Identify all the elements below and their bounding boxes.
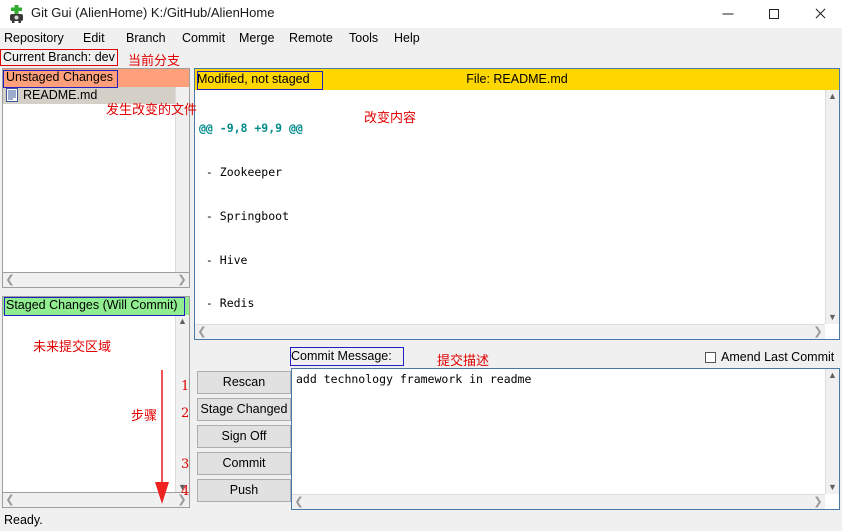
menu-edit[interactable]: Edit — [79, 30, 109, 47]
diff-viewer: Modified, not staged File: README.md @@ … — [194, 68, 840, 340]
commit-horizontal-scrollbar[interactable]: ❮ ❯ — [292, 494, 825, 509]
scroll-left-icon[interactable]: ❮ — [3, 493, 17, 507]
scroll-right-icon[interactable]: ❯ — [175, 273, 189, 287]
file-name: README.md — [23, 88, 98, 102]
step-number-2: 2 — [181, 406, 190, 421]
commit-vertical-scrollbar[interactable]: ▲ ▼ — [825, 369, 839, 494]
diff-line: - Springboot — [199, 208, 290, 223]
diff-line: - Hive — [199, 252, 248, 267]
diff-vertical-scrollbar[interactable]: ▲ ▼ — [825, 90, 839, 324]
scroll-down-icon[interactable]: ▼ — [826, 481, 839, 494]
amend-last-commit-label: Amend Last Commit — [721, 350, 835, 364]
commit-message-input[interactable]: add technology framework in readme — [292, 369, 825, 494]
unstaged-header: Unstaged Changes — [3, 69, 189, 87]
amend-last-commit-checkbox[interactable] — [705, 352, 716, 363]
menu-repository[interactable]: Repository — [0, 30, 68, 47]
file-icon — [6, 88, 18, 102]
annotation-diff-content: 改变内容 — [364, 111, 417, 126]
git-gui-window: Git Gui (AlienHome) K:/GitHub/AlienHome … — [0, 0, 842, 531]
step-number-3: 3 — [181, 457, 190, 472]
scroll-up-icon[interactable]: ▲ — [176, 315, 189, 328]
rescan-button[interactable]: Rescan — [197, 371, 291, 394]
scroll-up-icon[interactable]: ▲ — [826, 369, 839, 382]
minimize-button[interactable] — [705, 0, 751, 28]
step-number-1: 1 — [181, 379, 190, 394]
step-number-4: 4 — [181, 484, 190, 499]
diff-line: - Redis — [199, 296, 255, 311]
commit-button[interactable]: Commit — [197, 452, 291, 475]
minimize-icon — [722, 13, 734, 15]
stage-changed-button[interactable]: Stage Changed — [197, 398, 291, 421]
menu-remote[interactable]: Remote — [285, 30, 337, 47]
scroll-right-icon[interactable]: ❯ — [811, 325, 825, 339]
commit-message-panel: add technology framework in readme ▲ ▼ ❮… — [291, 368, 840, 510]
staged-header: Staged Changes (Will Commit) — [3, 297, 189, 315]
menu-tools[interactable]: Tools — [345, 30, 382, 47]
scroll-up-icon[interactable]: ▲ — [826, 90, 839, 103]
unstaged-header-label: Unstaged Changes — [6, 70, 114, 84]
menu-branch[interactable]: Branch — [122, 30, 170, 47]
current-branch-label: Current Branch: dev — [3, 50, 115, 64]
menu-help[interactable]: Help — [390, 30, 424, 47]
close-icon — [814, 8, 826, 20]
scroll-down-icon[interactable]: ▼ — [826, 311, 839, 324]
scroll-left-icon[interactable]: ❮ — [195, 325, 209, 339]
scroll-left-icon[interactable]: ❮ — [292, 495, 306, 509]
annotation-changed-files: 发生改变的文件 — [106, 103, 198, 118]
git-gui-icon — [10, 5, 23, 23]
close-button[interactable] — [797, 0, 842, 28]
annotation-future-commit-area: 未来提交区域 — [33, 340, 112, 355]
staged-header-label: Staged Changes (Will Commit) — [6, 298, 178, 312]
annotation-branch: 当前分支 — [128, 54, 181, 69]
window-title: Git Gui (AlienHome) K:/GitHub/AlienHome — [31, 5, 275, 20]
status-bar: Ready. — [0, 510, 842, 531]
diff-header: Modified, not staged File: README.md — [195, 69, 839, 90]
unstaged-horizontal-scrollbar[interactable]: ❮ ❯ — [2, 272, 190, 288]
annotation-commit-desc: 提交描述 — [437, 354, 490, 369]
title-bar: Git Gui (AlienHome) K:/GitHub/AlienHome — [0, 0, 842, 28]
diff-horizontal-scrollbar[interactable]: ❮ ❯ — [195, 324, 825, 339]
menu-commit[interactable]: Commit — [178, 30, 229, 47]
diff-content[interactable]: @@ -9,8 +9,9 @@ - Zookeeper - Springboot… — [195, 90, 825, 324]
menu-bar: Repository Edit Branch Commit Merge Remo… — [0, 28, 842, 49]
branch-bar: Current Branch: dev — [0, 49, 842, 66]
maximize-icon — [769, 9, 779, 19]
scroll-left-icon[interactable]: ❮ — [3, 273, 17, 287]
scroll-right-icon[interactable]: ❯ — [811, 495, 825, 509]
sign-off-button[interactable]: Sign Off — [197, 425, 291, 448]
diff-file-label: File: README.md — [466, 72, 568, 86]
diff-line: @@ -9,8 +9,9 @@ — [199, 121, 303, 136]
diff-line: - Zookeeper — [199, 164, 283, 179]
commit-message-label: Commit Message: — [291, 349, 392, 363]
staged-changes-panel: Staged Changes (Will Commit) ▲ ▼ — [2, 296, 190, 495]
menu-merge[interactable]: Merge — [235, 30, 278, 47]
push-button[interactable]: Push — [197, 479, 291, 502]
status-text: Ready. — [4, 513, 43, 527]
maximize-button[interactable] — [751, 0, 797, 28]
staged-horizontal-scrollbar[interactable]: ❮ ❯ — [2, 492, 190, 508]
annotation-steps: 步骤 — [131, 409, 158, 424]
